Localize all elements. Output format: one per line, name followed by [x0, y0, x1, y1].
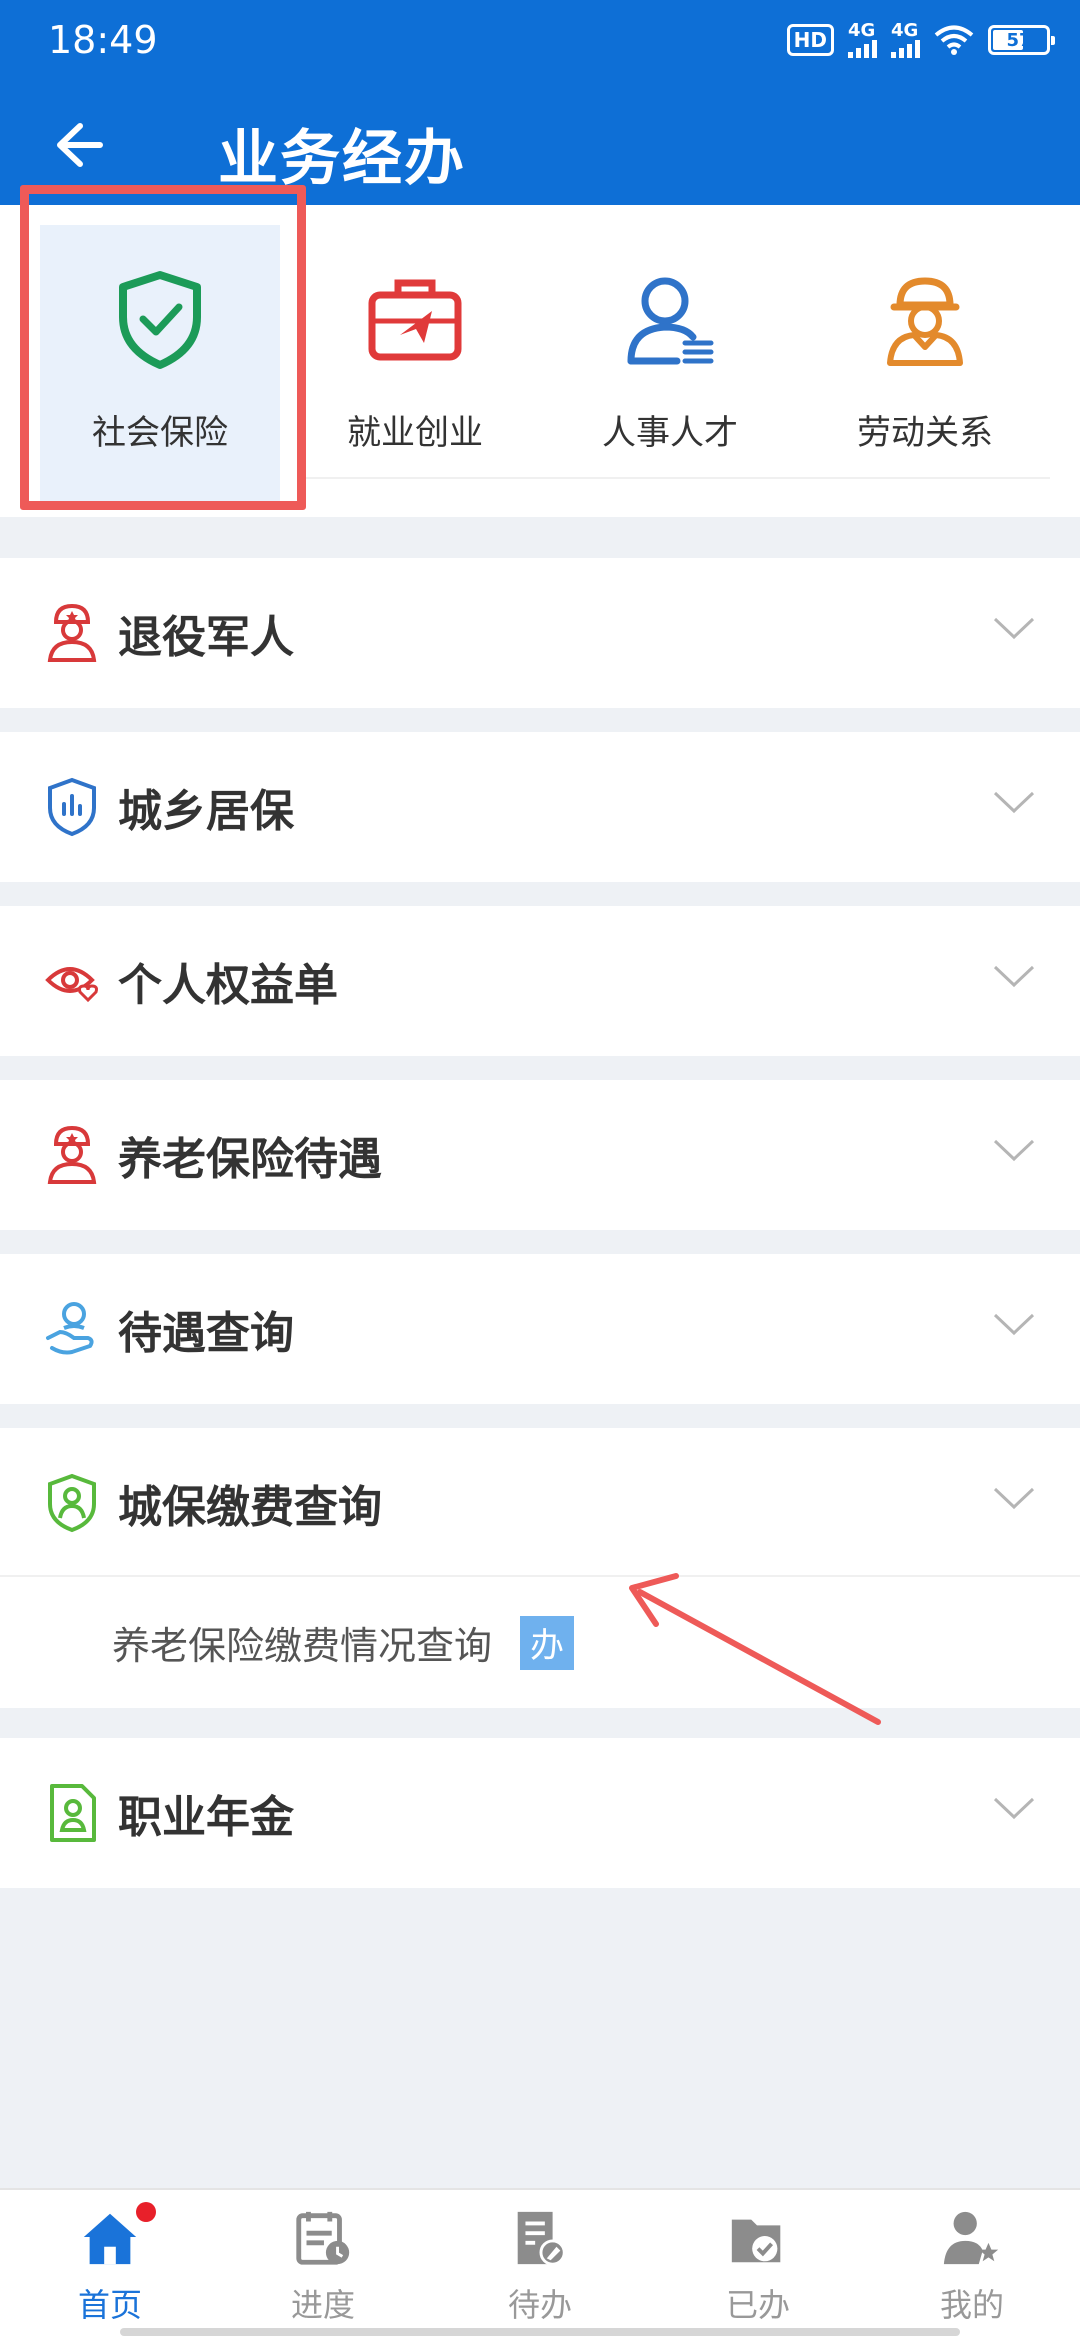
tab-todo[interactable]: 待办	[470, 2206, 610, 2326]
back-arrow-icon[interactable]	[50, 118, 104, 172]
category-personnel[interactable]: 人事人才	[550, 225, 790, 505]
category-labor-relations[interactable]: 劳动关系	[805, 225, 1045, 505]
hand-person-icon	[46, 1302, 94, 1355]
chevron-down-icon[interactable]	[992, 1309, 1036, 1339]
tab-progress[interactable]: 进度	[253, 2206, 393, 2326]
home-icon	[83, 2213, 137, 2265]
section-urban-rural-insurance[interactable]: 城乡居保	[0, 732, 1080, 882]
home-indicator	[120, 2328, 960, 2336]
user-star-icon	[943, 2211, 999, 2265]
section-veterans[interactable]: 退役军人	[0, 558, 1080, 708]
category-social-insurance[interactable]: 社会保险	[40, 225, 280, 505]
handle-badge[interactable]: 办	[520, 1615, 575, 1670]
shield-person-icon	[48, 1473, 96, 1533]
eye-heart-icon	[45, 967, 98, 1003]
divider	[300, 477, 1050, 479]
chevron-down-icon[interactable]	[992, 1135, 1036, 1165]
chevron-down-icon[interactable]	[992, 961, 1036, 991]
calendar-clock-icon	[296, 2211, 350, 2265]
category-employment[interactable]: 就业创业	[295, 225, 535, 505]
person-list-icon	[627, 277, 714, 365]
status-icons: HD 4G 4G 57	[786, 22, 1055, 58]
section-occupational-annuity[interactable]: 职业年金	[0, 1738, 1080, 1888]
hd-badge: HD	[786, 24, 834, 56]
chevron-down-icon[interactable]	[992, 613, 1036, 643]
status-time: 18:49	[48, 18, 158, 62]
bottom-tab-bar: 首页 进度 待办 已办 我的	[0, 2188, 1080, 2340]
page-title: 业务经办	[218, 124, 466, 194]
section-benefit-query[interactable]: 待遇查询	[0, 1254, 1080, 1404]
section-urban-payment-query[interactable]: 城保缴费查询	[0, 1428, 1080, 1578]
app-header: 18:49 HD 4G 4G 57 业务经办	[0, 0, 1080, 205]
signal-icon: 4G	[848, 22, 877, 58]
soldier-icon	[47, 1125, 97, 1184]
battery-icon: 57	[988, 25, 1055, 55]
document-edit-icon	[517, 2211, 566, 2266]
document-person-icon	[50, 1784, 96, 1842]
soldier-icon	[47, 603, 97, 662]
shield-chart-icon	[48, 777, 96, 837]
tab-done[interactable]: 已办	[688, 2206, 828, 2326]
tab-home[interactable]: 首页	[40, 2202, 180, 2326]
sub-item-pension-payment-query[interactable]: 养老保险缴费情况查询 办	[0, 1575, 1080, 1708]
folder-check-icon	[731, 2219, 781, 2263]
briefcase-icon	[368, 279, 462, 361]
section-pension-benefits[interactable]: 养老保险待遇	[0, 1080, 1080, 1230]
section-personal-rights[interactable]: 个人权益单	[0, 906, 1080, 1056]
worker-icon	[887, 277, 963, 366]
shield-check-icon	[119, 271, 201, 369]
wifi-icon	[934, 25, 974, 55]
chevron-down-icon[interactable]	[992, 787, 1036, 817]
chevron-down-icon[interactable]	[992, 1483, 1036, 1513]
chevron-down-icon[interactable]	[992, 1793, 1036, 1823]
tab-mine[interactable]: 我的	[902, 2206, 1042, 2326]
signal-icon: 4G	[891, 22, 920, 58]
category-panel: 社会保险 就业创业 人事人才 劳动关系	[0, 205, 1080, 517]
notification-dot	[136, 2202, 156, 2222]
